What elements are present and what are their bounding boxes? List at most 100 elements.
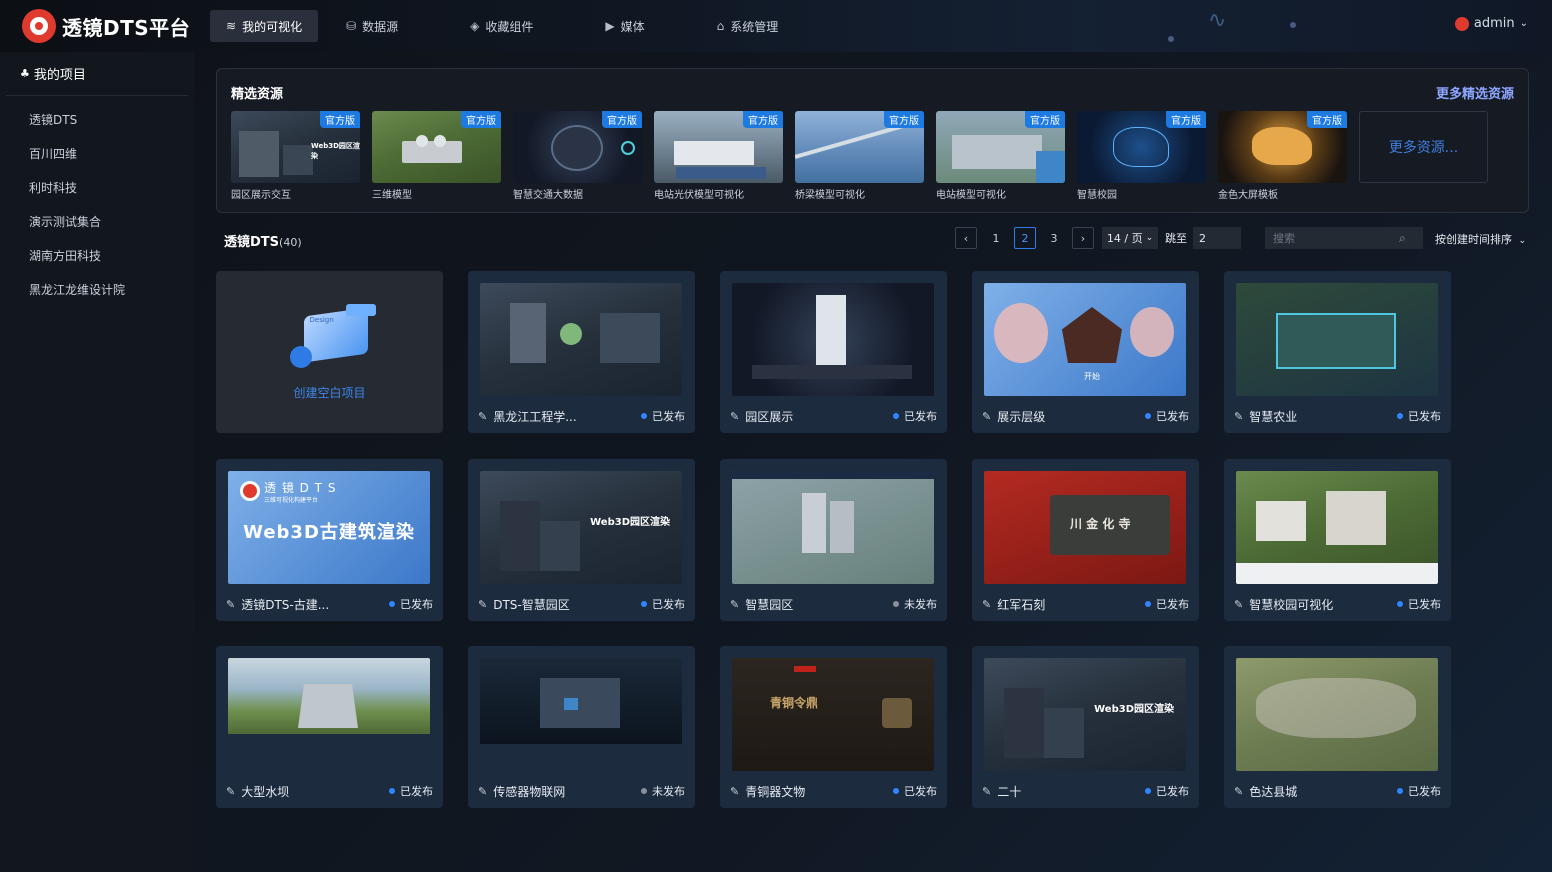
- jump-page-input[interactable]: [1193, 227, 1241, 249]
- card-footer: ✎ 红军石刻 已发布: [982, 595, 1189, 613]
- featured-item[interactable]: 官方版 智慧交通大数据: [513, 111, 642, 201]
- card-name[interactable]: ✎ 青铜器文物: [730, 783, 805, 800]
- search-icon[interactable]: ⌕: [1399, 231, 1406, 246]
- edit-icon[interactable]: ✎: [982, 598, 991, 611]
- database-icon: ⛁: [346, 19, 357, 33]
- nav-data-source[interactable]: ⛁ 数据源: [330, 10, 414, 42]
- project-card[interactable]: ✎ 智慧农业 已发布: [1224, 271, 1451, 433]
- edit-icon[interactable]: ✎: [730, 785, 739, 798]
- decorative-dot: [1168, 36, 1174, 42]
- sidebar-item-baichuan[interactable]: 百川四维: [0, 136, 194, 170]
- status-dot: [641, 601, 647, 607]
- card-name[interactable]: ✎ 传感器物联网: [478, 783, 565, 800]
- card-footer: ✎ 青铜器文物 已发布: [730, 782, 937, 800]
- status-badge: 已发布: [1145, 408, 1189, 424]
- card-name[interactable]: ✎ 二十: [982, 783, 1021, 800]
- card-name[interactable]: ✎ 展示层级: [982, 408, 1045, 425]
- edit-icon[interactable]: ✎: [226, 785, 235, 798]
- next-page-button[interactable]: ›: [1072, 227, 1094, 249]
- sidebar-item-touming-dts[interactable]: 透镜DTS: [0, 102, 194, 136]
- edit-icon[interactable]: ✎: [982, 410, 991, 423]
- status-text: 已发布: [400, 785, 433, 798]
- more-resources-button[interactable]: 更多资源...: [1359, 111, 1488, 183]
- featured-more-item[interactable]: 更多资源...: [1359, 111, 1488, 201]
- create-blank-label: 创建空白项目: [293, 385, 366, 400]
- featured-item[interactable]: 官方版 智慧校园: [1077, 111, 1206, 201]
- card-name[interactable]: ✎ 智慧校园可视化: [1234, 596, 1333, 613]
- sidebar-item-demo-test[interactable]: 演示测试集合: [0, 204, 194, 238]
- featured-title: 精选资源: [231, 87, 284, 102]
- card-name[interactable]: ✎ 色达县城: [1234, 783, 1297, 800]
- sidebar-item-heilongjiang[interactable]: 黑龙江龙维设计院: [0, 272, 194, 306]
- project-card[interactable]: Web3D园区渲染 ✎ 二十 已发布: [972, 646, 1199, 808]
- featured-item[interactable]: 官方版 金色大屏模板: [1218, 111, 1347, 201]
- user-menu[interactable]: admin ⌄: [1454, 16, 1528, 31]
- card-name[interactable]: ✎ 黑龙江工程学...: [478, 408, 577, 425]
- status-dot: [389, 788, 395, 794]
- edit-icon[interactable]: ✎: [1234, 785, 1243, 798]
- featured-item[interactable]: 官方版 桥梁模型可视化: [795, 111, 924, 201]
- nav-system-admin[interactable]: ⌂ 系统管理: [701, 10, 795, 42]
- project-card[interactable]: ✎ 传感器物联网 未发布: [468, 646, 695, 808]
- project-card[interactable]: Web3D园区渲染 ✎ DTS-智慧园区 已发布: [468, 459, 695, 621]
- card-name[interactable]: ✎ DTS-智慧园区: [478, 596, 570, 613]
- card-name-text: DTS-智慧园区: [493, 597, 570, 612]
- edit-icon[interactable]: ✎: [1234, 598, 1243, 611]
- sidebar-header-label: 我的项目: [33, 68, 86, 83]
- card-name[interactable]: ✎ 大型水坝: [226, 783, 289, 800]
- project-card[interactable]: ✎ 智慧校园可视化 已发布: [1224, 459, 1451, 621]
- page-1[interactable]: 1: [985, 227, 1007, 249]
- project-card[interactable]: 青铜令鼎 ✎ 青铜器文物 已发布: [720, 646, 947, 808]
- create-blank-project-card[interactable]: Design 创建空白项目: [216, 271, 443, 433]
- featured-item[interactable]: Web3D园区渲染 官方版 园区展示交互: [231, 111, 360, 201]
- card-name[interactable]: ✎ 红军石刻: [982, 596, 1045, 613]
- edit-icon[interactable]: ✎: [478, 785, 487, 798]
- search-input[interactable]: [1265, 227, 1395, 249]
- edit-icon[interactable]: ✎: [982, 785, 991, 798]
- edit-icon[interactable]: ✎: [730, 410, 739, 423]
- page-size-select[interactable]: 14 / 页 ⌄: [1102, 227, 1158, 249]
- featured-item[interactable]: 官方版 电站光伏模型可视化: [654, 111, 783, 201]
- nav-media[interactable]: ▶ 媒体: [589, 10, 660, 42]
- nav-my-visualization[interactable]: ≋ 我的可视化: [210, 10, 319, 42]
- sidebar-item-lishi[interactable]: 利时科技: [0, 170, 194, 204]
- card-name[interactable]: ✎ 智慧农业: [1234, 408, 1297, 425]
- project-card[interactable]: ✎ 大型水坝 已发布: [216, 646, 443, 808]
- page-size-value: 14 / 页: [1106, 232, 1143, 245]
- project-card[interactable]: ✎ 黑龙江工程学... 已发布: [468, 271, 695, 433]
- brand[interactable]: 透镜DTS平台: [0, 9, 194, 43]
- status-text: 已发布: [400, 598, 433, 611]
- page-2[interactable]: 2: [1014, 227, 1036, 249]
- edit-icon[interactable]: ✎: [730, 598, 739, 611]
- status-dot: [893, 788, 899, 794]
- page-3[interactable]: 3: [1043, 227, 1065, 249]
- edit-icon[interactable]: ✎: [1234, 410, 1243, 423]
- status-dot: [641, 788, 647, 794]
- card-name[interactable]: ✎ 园区展示: [730, 408, 793, 425]
- project-card[interactable]: ✎ 色达县城 已发布: [1224, 646, 1451, 808]
- project-thumbnail: 川 金 化 寺: [984, 471, 1186, 584]
- featured-item[interactable]: 官方版 电站模型可视化: [936, 111, 1065, 201]
- prev-page-button[interactable]: ‹: [955, 227, 977, 249]
- project-card[interactable]: 开始 ✎ 展示层级 已发布: [972, 271, 1199, 433]
- featured-thumbnail: 官方版: [795, 111, 924, 183]
- sidebar-item-hunan-fangtian[interactable]: 湖南方田科技: [0, 238, 194, 272]
- project-card[interactable]: ✎ 园区展示 已发布: [720, 271, 947, 433]
- project-card[interactable]: ✎ 智慧园区 未发布: [720, 459, 947, 621]
- more-featured-link[interactable]: 更多精选资源: [1436, 83, 1514, 102]
- card-name[interactable]: ✎ 智慧园区: [730, 596, 793, 613]
- project-card[interactable]: 川 金 化 寺 ✎ 红军石刻 已发布: [972, 459, 1199, 621]
- card-name[interactable]: ✎ 透镜DTS-古建...: [226, 596, 329, 613]
- project-card[interactable]: 透 镜 D T S 三维可视化构建平台 Web3D古建筑渲染 ✎ 透镜DTS-古建…: [216, 459, 443, 621]
- edit-icon[interactable]: ✎: [478, 598, 487, 611]
- card-footer: ✎ 园区展示 已发布: [730, 407, 937, 425]
- sidebar-header[interactable]: ♣ 我的项目: [6, 52, 188, 96]
- project-thumbnail: [480, 283, 682, 396]
- nav-favorite-components[interactable]: ◈ 收藏组件: [454, 10, 549, 42]
- card-footer: ✎ 黑龙江工程学... 已发布: [478, 407, 685, 425]
- status-dot: [893, 601, 899, 607]
- edit-icon[interactable]: ✎: [478, 410, 487, 423]
- edit-icon[interactable]: ✎: [226, 598, 235, 611]
- featured-item[interactable]: 官方版 三维模型: [372, 111, 501, 201]
- sort-select[interactable]: 按创建时间排序 ⌄: [1435, 231, 1526, 247]
